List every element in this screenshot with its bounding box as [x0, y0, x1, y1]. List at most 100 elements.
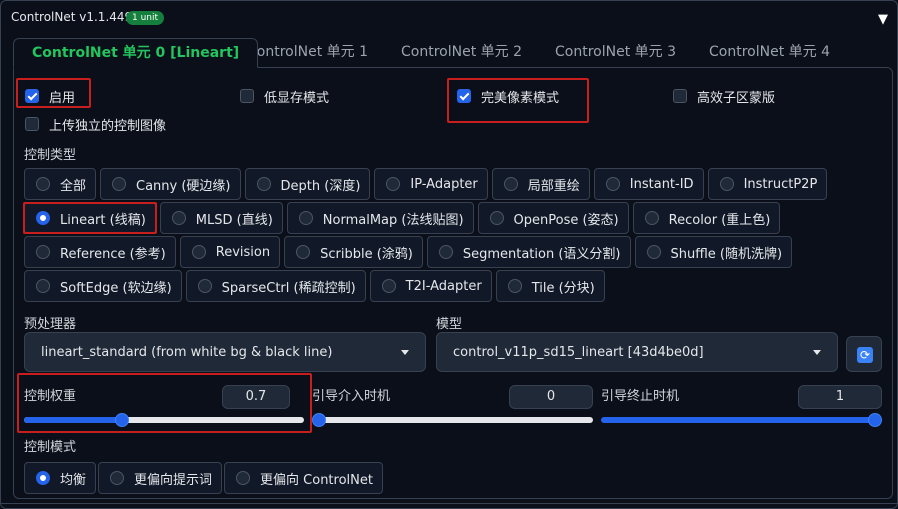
radio-icon[interactable]	[438, 245, 453, 259]
radio-icon[interactable]	[503, 177, 518, 191]
radio-icon[interactable]	[197, 279, 212, 293]
control-type-option[interactable]: Reference (参考)	[24, 236, 176, 268]
control-mode-radio-group: 均衡 更偏向提示词 更偏向 ControlNet	[24, 462, 387, 494]
control-type-option[interactable]: SparseCtrl (稀疏控制)	[185, 270, 366, 302]
divider	[0, 503, 898, 504]
option-label: SparseCtrl (稀疏控制)	[221, 280, 356, 296]
guidance-start-track[interactable]	[317, 417, 593, 423]
tab-unit-4[interactable]: ControlNet 单元 4	[691, 38, 848, 68]
option-label: NormalMap (法线贴图)	[322, 212, 464, 228]
radio-icon[interactable]	[644, 211, 659, 225]
control-type-option[interactable]: Instant-ID	[593, 168, 704, 200]
control-mode-option-selected[interactable]: 均衡	[24, 462, 97, 494]
control-mode-option[interactable]: 更偏向 ControlNet	[224, 462, 383, 494]
tab-unit-0[interactable]: ControlNet 单元 0 [Lineart]	[13, 38, 259, 68]
control-type-option[interactable]: Revision	[179, 236, 281, 268]
control-type-row-4: SoftEdge (软边缘) SparseCtrl (稀疏控制) T2I-Ada…	[24, 270, 609, 302]
control-type-option[interactable]: 全部	[24, 168, 97, 200]
control-type-option[interactable]: Depth (深度)	[244, 168, 371, 200]
radio-icon[interactable]	[36, 245, 50, 259]
radio-selected-icon[interactable]	[36, 471, 50, 485]
guidance-start-thumb[interactable]	[312, 413, 326, 427]
radio-icon[interactable]	[298, 211, 313, 225]
radio-icon[interactable]	[296, 245, 311, 259]
guidance-end-label: 引导终止时机	[601, 389, 680, 404]
control-type-option[interactable]: OpenPose (姿态)	[477, 202, 629, 234]
control-type-option[interactable]: SoftEdge (软边缘)	[24, 270, 182, 302]
radio-icon[interactable]	[171, 211, 186, 225]
chevron-down-icon[interactable]	[401, 349, 409, 355]
control-type-option[interactable]: T2I-Adapter	[369, 270, 492, 302]
option-label: Revision	[215, 244, 271, 260]
option-label: Canny (硬边缘)	[136, 178, 231, 194]
accordion-title[interactable]: ControlNet v1.1.449	[11, 10, 132, 24]
option-label: Segmentation (语义分割)	[462, 246, 621, 262]
guidance-end-track[interactable]	[601, 417, 877, 423]
control-type-option[interactable]: IP-Adapter	[374, 168, 488, 200]
control-type-option[interactable]: Shuffle (随机洗牌)	[634, 236, 793, 268]
option-label: SoftEdge (软边缘)	[60, 280, 172, 296]
option-label: Recolor (重上色)	[668, 212, 771, 228]
radio-icon[interactable]	[236, 471, 251, 485]
guidance-end-thumb[interactable]	[868, 413, 882, 427]
option-label: InstructP2P	[743, 176, 818, 192]
radio-icon[interactable]	[112, 177, 127, 191]
guidance-start-input[interactable]: 0	[509, 385, 593, 409]
radio-icon[interactable]	[381, 279, 396, 293]
model-value: control_v11p_sd15_lineart [43d4be0d]	[453, 344, 704, 360]
option-label: 全部	[60, 178, 87, 194]
radio-icon[interactable]	[386, 177, 401, 191]
guidance-end-input[interactable]: 1	[798, 385, 882, 409]
lineart-highlight-box	[23, 202, 157, 234]
efficient-mask-checkbox[interactable]: 高效子区蒙版	[673, 86, 775, 106]
control-type-label: 控制类型	[24, 148, 77, 163]
units-badge: 1 unit	[126, 11, 165, 25]
option-label: IP-Adapter	[410, 176, 478, 192]
collapse-triangle-icon[interactable]: ▼	[878, 12, 888, 27]
low-vram-check-icon[interactable]	[240, 89, 254, 103]
radio-icon[interactable]	[605, 177, 620, 191]
tab-unit-2[interactable]: ControlNet 单元 2	[383, 38, 540, 68]
radio-icon[interactable]	[507, 279, 522, 293]
control-type-option[interactable]: Scribble (涂鸦)	[284, 236, 423, 268]
preprocessor-select[interactable]: lineart_standard (from white bg & black …	[24, 332, 426, 372]
option-label: Shuffle (随机洗牌)	[670, 246, 783, 262]
radio-icon[interactable]	[36, 279, 50, 293]
preprocessor-value: lineart_standard (from white bg & black …	[41, 344, 333, 360]
option-label: Instant-ID	[629, 176, 694, 192]
radio-icon[interactable]	[191, 245, 206, 259]
upload-independent-label: 上传独立的控制图像	[49, 118, 167, 134]
guidance-start-label: 引导介入时机	[312, 389, 391, 404]
control-type-option[interactable]: InstructP2P	[707, 168, 828, 200]
upload-independent-checkbox[interactable]: 上传独立的控制图像	[25, 114, 166, 134]
chevron-down-icon[interactable]	[813, 349, 821, 355]
control-type-option[interactable]: MLSD (直线)	[159, 202, 283, 234]
option-label: 更偏向提示词	[134, 472, 213, 488]
tab-unit-3[interactable]: ControlNet 单元 3	[537, 38, 694, 68]
efficient-mask-check-icon[interactable]	[673, 89, 687, 103]
radio-icon[interactable]	[36, 177, 50, 191]
radio-icon[interactable]	[256, 177, 271, 191]
radio-icon[interactable]	[110, 471, 125, 485]
option-label: 更偏向 ControlNet	[260, 472, 373, 488]
option-label: T2I-Adapter	[405, 278, 482, 294]
control-type-option[interactable]: 局部重绘	[491, 168, 590, 200]
control-mode-option[interactable]: 更偏向提示词	[98, 462, 223, 494]
control-type-option[interactable]: Canny (硬边缘)	[100, 168, 241, 200]
radio-icon[interactable]	[646, 245, 661, 259]
refresh-models-button[interactable]: ⟳	[846, 336, 882, 372]
enable-highlight-box	[16, 78, 91, 108]
option-label: Tile (分块)	[531, 280, 595, 296]
control-type-option[interactable]: Recolor (重上色)	[632, 202, 781, 234]
radio-icon[interactable]	[719, 177, 734, 191]
control-type-option[interactable]: Tile (分块)	[495, 270, 605, 302]
pixel-perfect-highlight-box	[447, 78, 589, 123]
control-type-option[interactable]: NormalMap (法线贴图)	[286, 202, 474, 234]
control-type-option[interactable]: Segmentation (语义分割)	[426, 236, 631, 268]
low-vram-checkbox[interactable]: 低显存模式	[240, 86, 329, 106]
option-label: OpenPose (姿态)	[513, 212, 619, 228]
radio-icon[interactable]	[489, 211, 504, 225]
upload-independent-check-icon[interactable]	[25, 117, 39, 131]
option-label: Reference (参考)	[60, 246, 166, 262]
model-select[interactable]: control_v11p_sd15_lineart [43d4be0d]	[436, 332, 838, 372]
